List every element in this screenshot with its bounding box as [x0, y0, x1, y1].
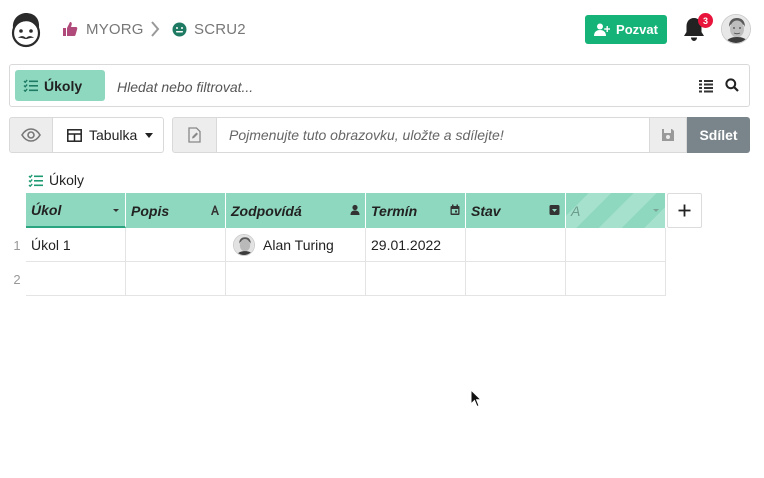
- cell-popis[interactable]: [126, 228, 226, 262]
- column-header-stav[interactable]: Stav: [466, 193, 566, 228]
- task-list-icon: [23, 79, 38, 92]
- column-header-label: Stav: [471, 202, 501, 219]
- breadcrumb-project[interactable]: SCRU2: [172, 19, 246, 39]
- project-face-icon: [172, 22, 187, 36]
- column-header-ukol[interactable]: Úkol: [26, 193, 126, 228]
- list-view-icon[interactable]: [699, 79, 713, 93]
- invite-label: Pozvat: [616, 22, 658, 37]
- cell-new[interactable]: [566, 262, 666, 296]
- add-column-button[interactable]: [667, 193, 702, 228]
- visibility-toggle-button[interactable]: [9, 117, 53, 153]
- mouse-pointer-icon: [470, 389, 482, 408]
- user-photo-icon: [722, 15, 750, 43]
- floppy-disk-icon: [662, 129, 674, 141]
- header-row: Úkol Popis Zodpovídá Termín Stav A: [26, 193, 702, 228]
- person-photo-icon: [234, 234, 254, 255]
- share-button[interactable]: Sdílet: [687, 117, 750, 153]
- section-chip-label: Úkoly: [44, 77, 83, 94]
- app-header: MYORG SCRU2 Pozvat 3: [0, 0, 764, 58]
- row-number: 1: [13, 238, 21, 253]
- thumbs-up-icon: [63, 22, 78, 36]
- view-type-label: Tabulka: [89, 127, 138, 143]
- column-header-label: A: [571, 202, 581, 219]
- mustache-face-icon: [11, 13, 41, 48]
- person-name: Alan Turing: [263, 236, 334, 253]
- app-logo[interactable]: [8, 12, 44, 48]
- cell-zodpovida[interactable]: Alan Turing: [226, 228, 366, 262]
- cell-stav[interactable]: [466, 228, 566, 262]
- project-name: SCRU2: [194, 20, 246, 38]
- cell-ukol[interactable]: Úkol 1: [26, 228, 126, 262]
- user-avatar[interactable]: [721, 14, 751, 44]
- search-input[interactable]: [117, 77, 677, 97]
- avatar: [233, 233, 255, 256]
- document-edit-icon: [188, 127, 201, 143]
- chevron-right-icon: [151, 21, 160, 37]
- task-list-icon: [28, 174, 43, 187]
- section-chip[interactable]: Úkoly: [15, 70, 105, 101]
- notification-badge: 3: [698, 13, 713, 28]
- column-header-label: Úkol: [31, 201, 62, 218]
- sheet-details-button[interactable]: [172, 117, 217, 153]
- person-icon: [350, 204, 360, 215]
- view-type-select[interactable]: Tabulka: [53, 117, 164, 153]
- save-button[interactable]: [650, 117, 687, 153]
- column-header-popis[interactable]: Popis: [126, 193, 226, 228]
- column-header-label: Termín: [371, 202, 418, 219]
- cell-termin[interactable]: 29.01.2022: [366, 228, 466, 262]
- column-header-label: Zodpovídá: [231, 202, 302, 219]
- caret-down-icon[interactable]: [112, 204, 120, 216]
- caret-down-icon: [145, 132, 154, 138]
- cell-zodpovida[interactable]: [226, 262, 366, 296]
- cell-termin[interactable]: [366, 262, 466, 296]
- text-type-icon: [211, 205, 219, 215]
- cell-new[interactable]: [566, 228, 666, 262]
- cell-stav[interactable]: [466, 262, 566, 296]
- table-title: Úkoly: [28, 171, 84, 189]
- dropdown-icon: [549, 205, 560, 215]
- column-header-termin[interactable]: Termín: [366, 193, 466, 228]
- table-title-label: Úkoly: [49, 172, 85, 188]
- caret-down-icon[interactable]: [652, 204, 660, 216]
- table-row[interactable]: 2: [13, 262, 666, 296]
- column-header-label: Popis: [131, 202, 170, 219]
- table-view-icon: [67, 128, 82, 142]
- eye-icon: [21, 128, 41, 142]
- row-number: 2: [13, 272, 21, 287]
- plus-icon: [678, 204, 691, 217]
- cell-ukol[interactable]: [26, 262, 126, 296]
- column-header-new[interactable]: A: [566, 193, 666, 228]
- search-bar: Úkoly: [9, 64, 750, 107]
- search-icon[interactable]: [725, 78, 739, 92]
- add-user-icon: [594, 23, 611, 36]
- screen-name-input[interactable]: [217, 117, 650, 153]
- invite-button[interactable]: Pozvat: [585, 15, 667, 44]
- org-name: MYORG: [86, 20, 144, 38]
- column-header-zodpovida[interactable]: Zodpovídá: [226, 193, 366, 228]
- breadcrumb-org[interactable]: MYORG: [62, 19, 144, 39]
- table-row[interactable]: 1 Úkol 1 Alan Turing 29.01.2022: [13, 228, 666, 262]
- calendar-icon: [450, 204, 460, 215]
- cell-popis[interactable]: [126, 262, 226, 296]
